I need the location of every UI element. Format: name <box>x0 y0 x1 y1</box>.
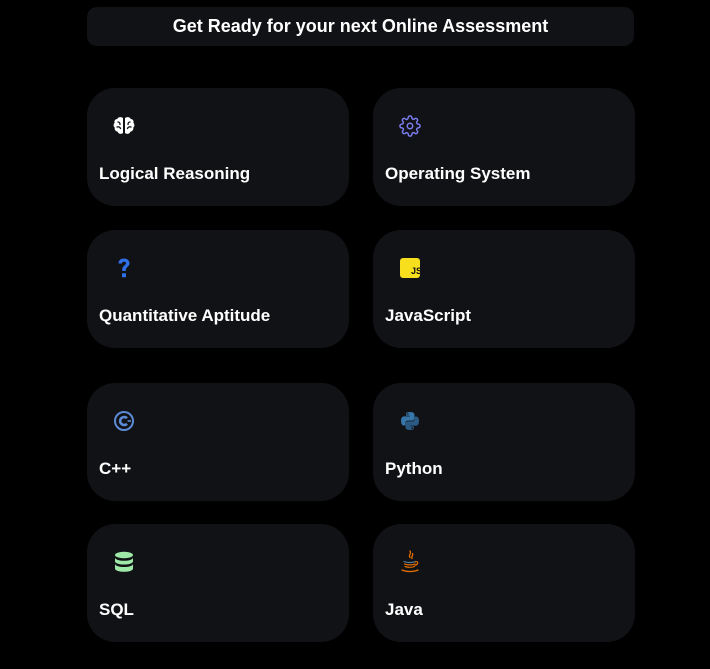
card-label: Quantitative Aptitude <box>99 306 271 325</box>
svg-text:JS: JS <box>411 266 420 276</box>
question-mark-icon <box>112 256 136 280</box>
brain-icon <box>112 114 136 138</box>
card-javascript[interactable]: JS JavaScript <box>373 230 635 348</box>
page-title: Get Ready for your next Online Assessmen… <box>172 16 549 36</box>
card-label: SQL <box>99 600 134 619</box>
gear-icon <box>398 114 422 138</box>
card-quantitative-aptitude[interactable]: Quantitative Aptitude <box>87 230 349 348</box>
card-java[interactable]: Java <box>373 524 635 642</box>
card-operating-system[interactable]: Operating System <box>373 88 635 206</box>
python-icon <box>398 409 422 433</box>
card-python[interactable]: Python <box>373 383 635 501</box>
javascript-icon: JS <box>398 256 422 280</box>
card-label: C++ <box>99 459 132 478</box>
card-cplusplus[interactable]: C++ <box>87 383 349 501</box>
page-header: Get Ready for your next Online Assessmen… <box>87 7 634 46</box>
database-icon <box>112 550 136 574</box>
card-label: Logical Reasoning <box>99 164 251 183</box>
card-label: Operating System <box>385 164 531 183</box>
java-icon <box>398 550 422 574</box>
card-label: JavaScript <box>385 306 471 325</box>
card-label: Python <box>385 459 443 478</box>
card-label: Java <box>385 600 423 619</box>
card-logical-reasoning[interactable]: Logical Reasoning <box>87 88 349 206</box>
cplusplus-icon <box>112 409 136 433</box>
card-sql[interactable]: SQL <box>87 524 349 642</box>
